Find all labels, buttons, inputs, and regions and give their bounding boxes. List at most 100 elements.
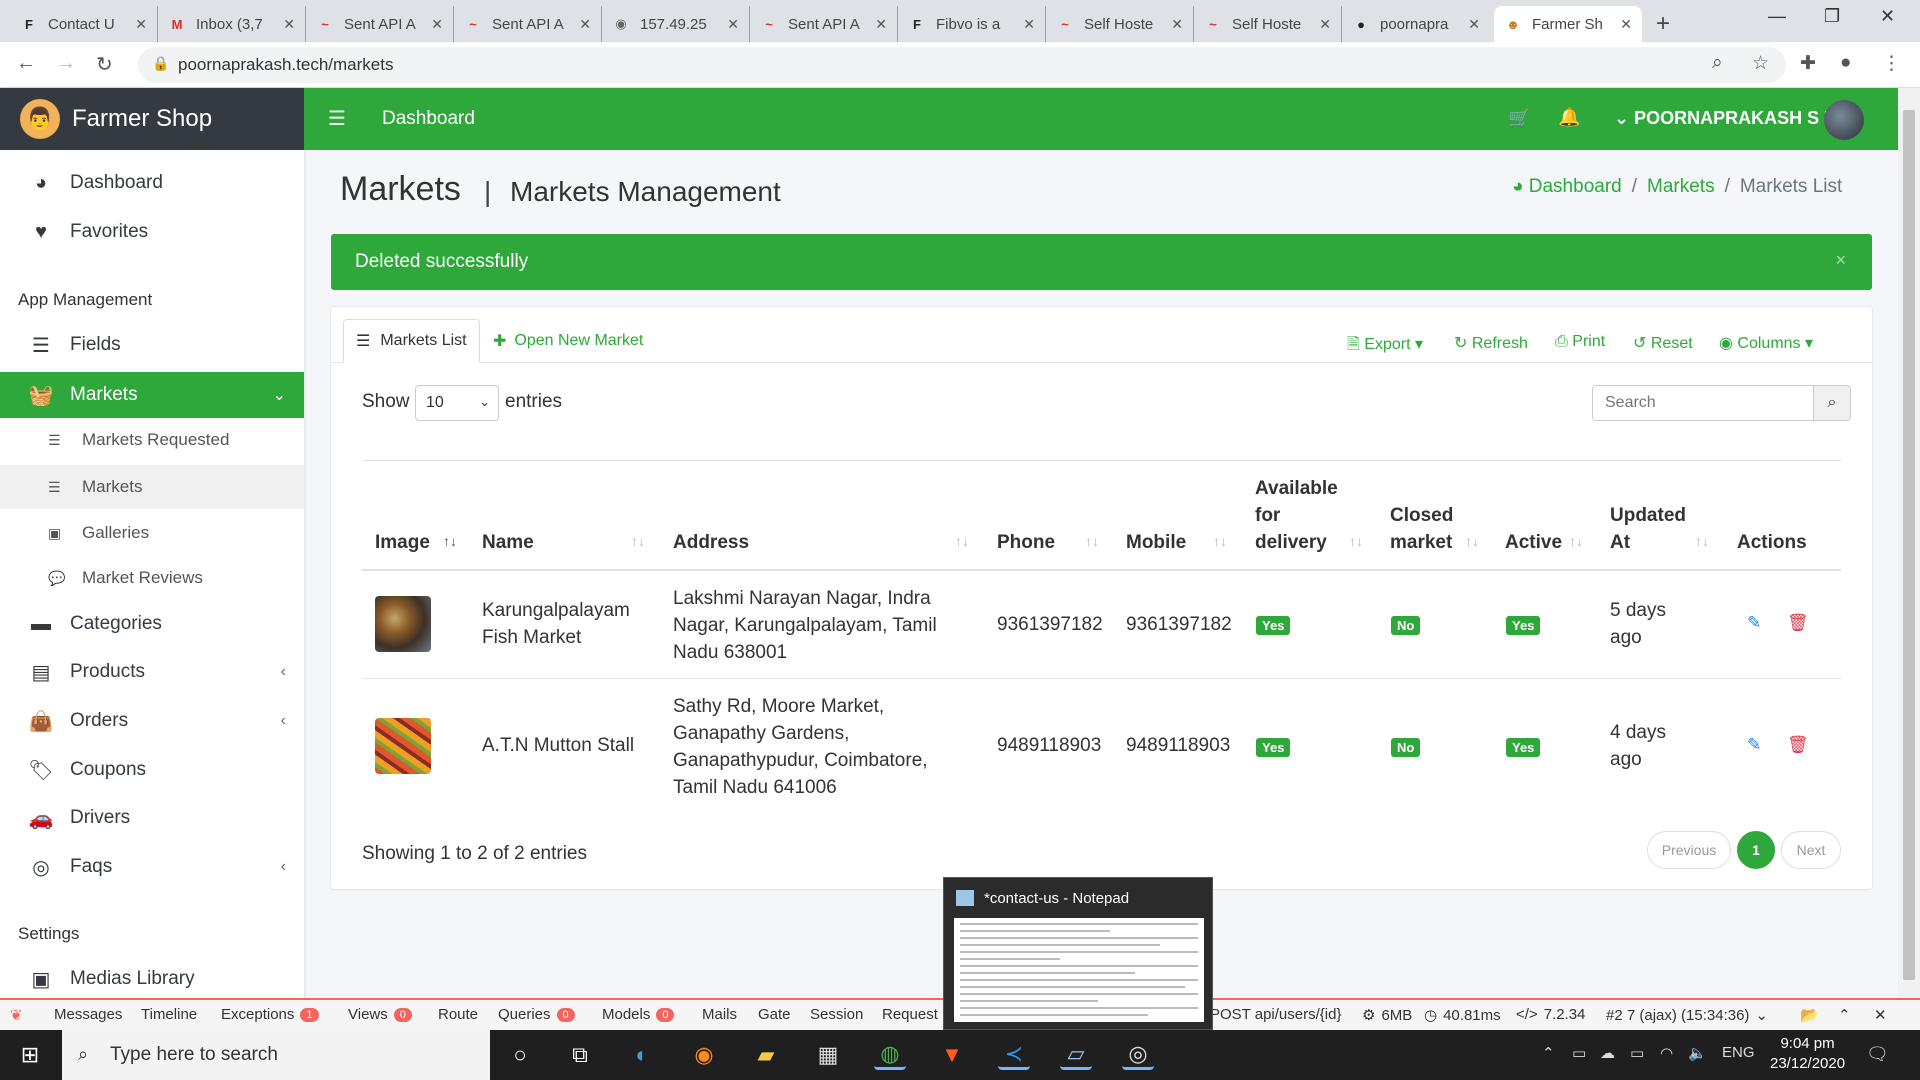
sidebar-item-favorites[interactable]: ♥ Favorites: [0, 210, 304, 254]
sort-icon[interactable]: ↑↓: [1465, 533, 1479, 549]
chrome-icon[interactable]: ◍: [874, 1040, 906, 1070]
reset-button[interactable]: ↺ Reset: [1633, 333, 1693, 353]
close-icon[interactable]: ✕: [1620, 16, 1632, 33]
browser-tab[interactable]: ~ Self Hoste ✕: [1194, 6, 1342, 42]
brave-icon[interactable]: ▼: [936, 1040, 968, 1070]
breadcrumb-markets[interactable]: Markets: [1647, 176, 1715, 198]
sidebar-item-coupons[interactable]: 🏷 Coupons: [0, 748, 304, 792]
column-header-name[interactable]: Name: [482, 529, 534, 556]
profile-icon[interactable]: ●: [1840, 52, 1851, 74]
sidebar-item-drivers[interactable]: 🚗 Drivers: [0, 796, 304, 840]
page-scrollbar[interactable]: [1898, 88, 1920, 1030]
notifications-icon[interactable]: 🗨: [1866, 1044, 1889, 1065]
edge-icon[interactable]: ◐: [626, 1040, 658, 1070]
trash-icon[interactable]: 🗑: [1787, 613, 1809, 633]
sidebar-item-fields[interactable]: ☰ Fields: [0, 323, 304, 367]
tab-open-new-market[interactable]: ✚ Open New Market: [481, 319, 655, 363]
sort-icon[interactable]: ↑↓: [1695, 533, 1709, 549]
sort-icon[interactable]: ↑↓: [1569, 533, 1583, 549]
close-icon[interactable]: ✕: [875, 16, 887, 33]
alert-close-icon[interactable]: ×: [1835, 250, 1846, 271]
sidebar-item-products[interactable]: ▤ Products ‹: [0, 650, 304, 694]
back-icon[interactable]: ←: [16, 52, 36, 75]
close-icon[interactable]: ✕: [579, 16, 591, 33]
cloud-icon[interactable]: ☁: [1600, 1044, 1615, 1062]
hamburger-icon[interactable]: ☰: [328, 106, 346, 131]
url-field[interactable]: 🔒 poornaprakash.tech/markets: [138, 47, 1786, 83]
trash-icon[interactable]: 🗑: [1787, 735, 1809, 755]
sidebar-item-categories[interactable]: ▬ Categories: [0, 602, 304, 646]
sort-icon[interactable]: ↑↓: [955, 533, 969, 549]
browser-tab-active[interactable]: ☻ Farmer Sh ✕: [1494, 6, 1642, 42]
debug-tab-gate[interactable]: Gate: [758, 1006, 791, 1023]
debug-tab-mails[interactable]: Mails: [702, 1006, 737, 1023]
bookmark-star-icon[interactable]: ☆: [1752, 52, 1769, 75]
taskbar-clock[interactable]: 9:04 pm 23/12/2020: [1770, 1034, 1845, 1074]
column-header-delivery[interactable]: Available for delivery: [1255, 475, 1355, 556]
cortana-icon[interactable]: ○: [504, 1040, 536, 1070]
taskbar-preview-notepad[interactable]: *contact-us - Notepad: [943, 877, 1213, 1030]
device-icon[interactable]: ▭: [1572, 1044, 1586, 1062]
close-icon[interactable]: ✕: [1023, 16, 1035, 33]
folder-open-icon[interactable]: 📂: [1800, 1006, 1819, 1024]
column-header-active[interactable]: Active: [1505, 529, 1562, 556]
close-icon[interactable]: ✕: [1468, 16, 1480, 33]
refresh-button[interactable]: ↻ Refresh: [1454, 333, 1528, 353]
sidebar-subitem-markets-requested[interactable]: ☰ Markets Requested: [0, 418, 304, 462]
browser-tab[interactable]: F Contact U ✕: [10, 6, 158, 42]
laravel-logo-icon[interactable]: ❦: [10, 1006, 23, 1024]
sidebar-subitem-galleries[interactable]: ▣ Galleries: [0, 511, 304, 555]
column-header-closed[interactable]: Closed market: [1390, 502, 1474, 556]
close-icon[interactable]: ✕: [431, 16, 443, 33]
cart-icon[interactable]: 🛒: [1508, 108, 1530, 129]
sort-icon[interactable]: ↑↓: [1349, 533, 1363, 549]
taskbar-search[interactable]: ⌕ Type here to search: [62, 1030, 490, 1080]
close-icon[interactable]: ✕: [1319, 16, 1331, 33]
browser-tab[interactable]: ● poornapra ✕: [1342, 6, 1490, 42]
user-menu[interactable]: ⌄ POORNAPRAKASH S R: [1614, 108, 1837, 129]
close-icon[interactable]: ✕: [135, 16, 147, 33]
debug-tab-views[interactable]: Views 0: [348, 1006, 412, 1023]
kebab-menu-icon[interactable]: ⋮: [1882, 52, 1901, 75]
reload-icon[interactable]: ↻: [96, 52, 113, 77]
extensions-icon[interactable]: ✚: [1800, 52, 1816, 75]
notepad-icon[interactable]: ▱: [1060, 1040, 1092, 1070]
browser-tab[interactable]: ~ Sent API A ✕: [306, 6, 454, 42]
breadcrumb-dashboard[interactable]: ◕ Dashboard: [1512, 176, 1622, 198]
window-close-icon[interactable]: ✕: [1880, 6, 1895, 27]
sidebar-item-dashboard[interactable]: ◕ Dashboard: [0, 161, 304, 205]
task-view-icon[interactable]: ⧉: [564, 1040, 596, 1070]
browser-tab[interactable]: F Fibvo is a ✕: [898, 6, 1046, 42]
minimize-icon[interactable]: —: [1768, 6, 1786, 27]
search-icon[interactable]: ⌕: [1813, 385, 1851, 421]
close-debugbar-icon[interactable]: ✕: [1874, 1006, 1887, 1024]
sidebar-subitem-market-reviews[interactable]: 💬 Market Reviews: [0, 556, 304, 600]
close-icon[interactable]: ✕: [727, 16, 739, 33]
column-header-mobile[interactable]: Mobile: [1126, 529, 1186, 556]
export-button[interactable]: 🗎 Export ▾: [1347, 333, 1423, 360]
debug-request-select[interactable]: #2 7 (ajax) (15:34:36) ⌄: [1606, 1006, 1768, 1025]
forward-icon[interactable]: →: [56, 52, 76, 75]
browser-tab[interactable]: ~ Self Hoste ✕: [1046, 6, 1194, 42]
sidebar-item-markets[interactable]: 🧺 Markets ⌄: [0, 372, 304, 418]
new-tab-icon[interactable]: +: [1656, 10, 1670, 38]
sort-icon[interactable]: ↑↓: [1213, 533, 1227, 549]
tab-markets-list[interactable]: ☰ Markets List: [343, 319, 480, 363]
avatar[interactable]: [1824, 100, 1864, 140]
firefox-icon[interactable]: ◉: [688, 1040, 720, 1070]
column-header-address[interactable]: Address: [673, 529, 749, 556]
sort-icon[interactable]: ↑↓: [443, 533, 457, 549]
column-header-updated[interactable]: Updated At: [1610, 502, 1694, 556]
debug-tab-models[interactable]: Models 0: [602, 1006, 675, 1023]
debug-tab-request[interactable]: Request: [882, 1006, 938, 1023]
sort-icon[interactable]: ↑↓: [1085, 533, 1099, 549]
battery-icon[interactable]: ▭: [1630, 1044, 1644, 1062]
debug-tab-timeline[interactable]: Timeline: [141, 1006, 197, 1023]
edit-icon[interactable]: ✎: [1747, 735, 1761, 755]
sidebar-subitem-markets[interactable]: ☰ Markets: [0, 465, 304, 509]
windows-start-icon[interactable]: ⊞: [14, 1040, 46, 1070]
columns-button[interactable]: ◉ Columns ▾: [1719, 333, 1813, 353]
column-header-image[interactable]: Image: [375, 529, 430, 556]
sort-icon[interactable]: ↑↓: [631, 533, 645, 549]
vscode-icon[interactable]: ≺: [998, 1040, 1030, 1070]
